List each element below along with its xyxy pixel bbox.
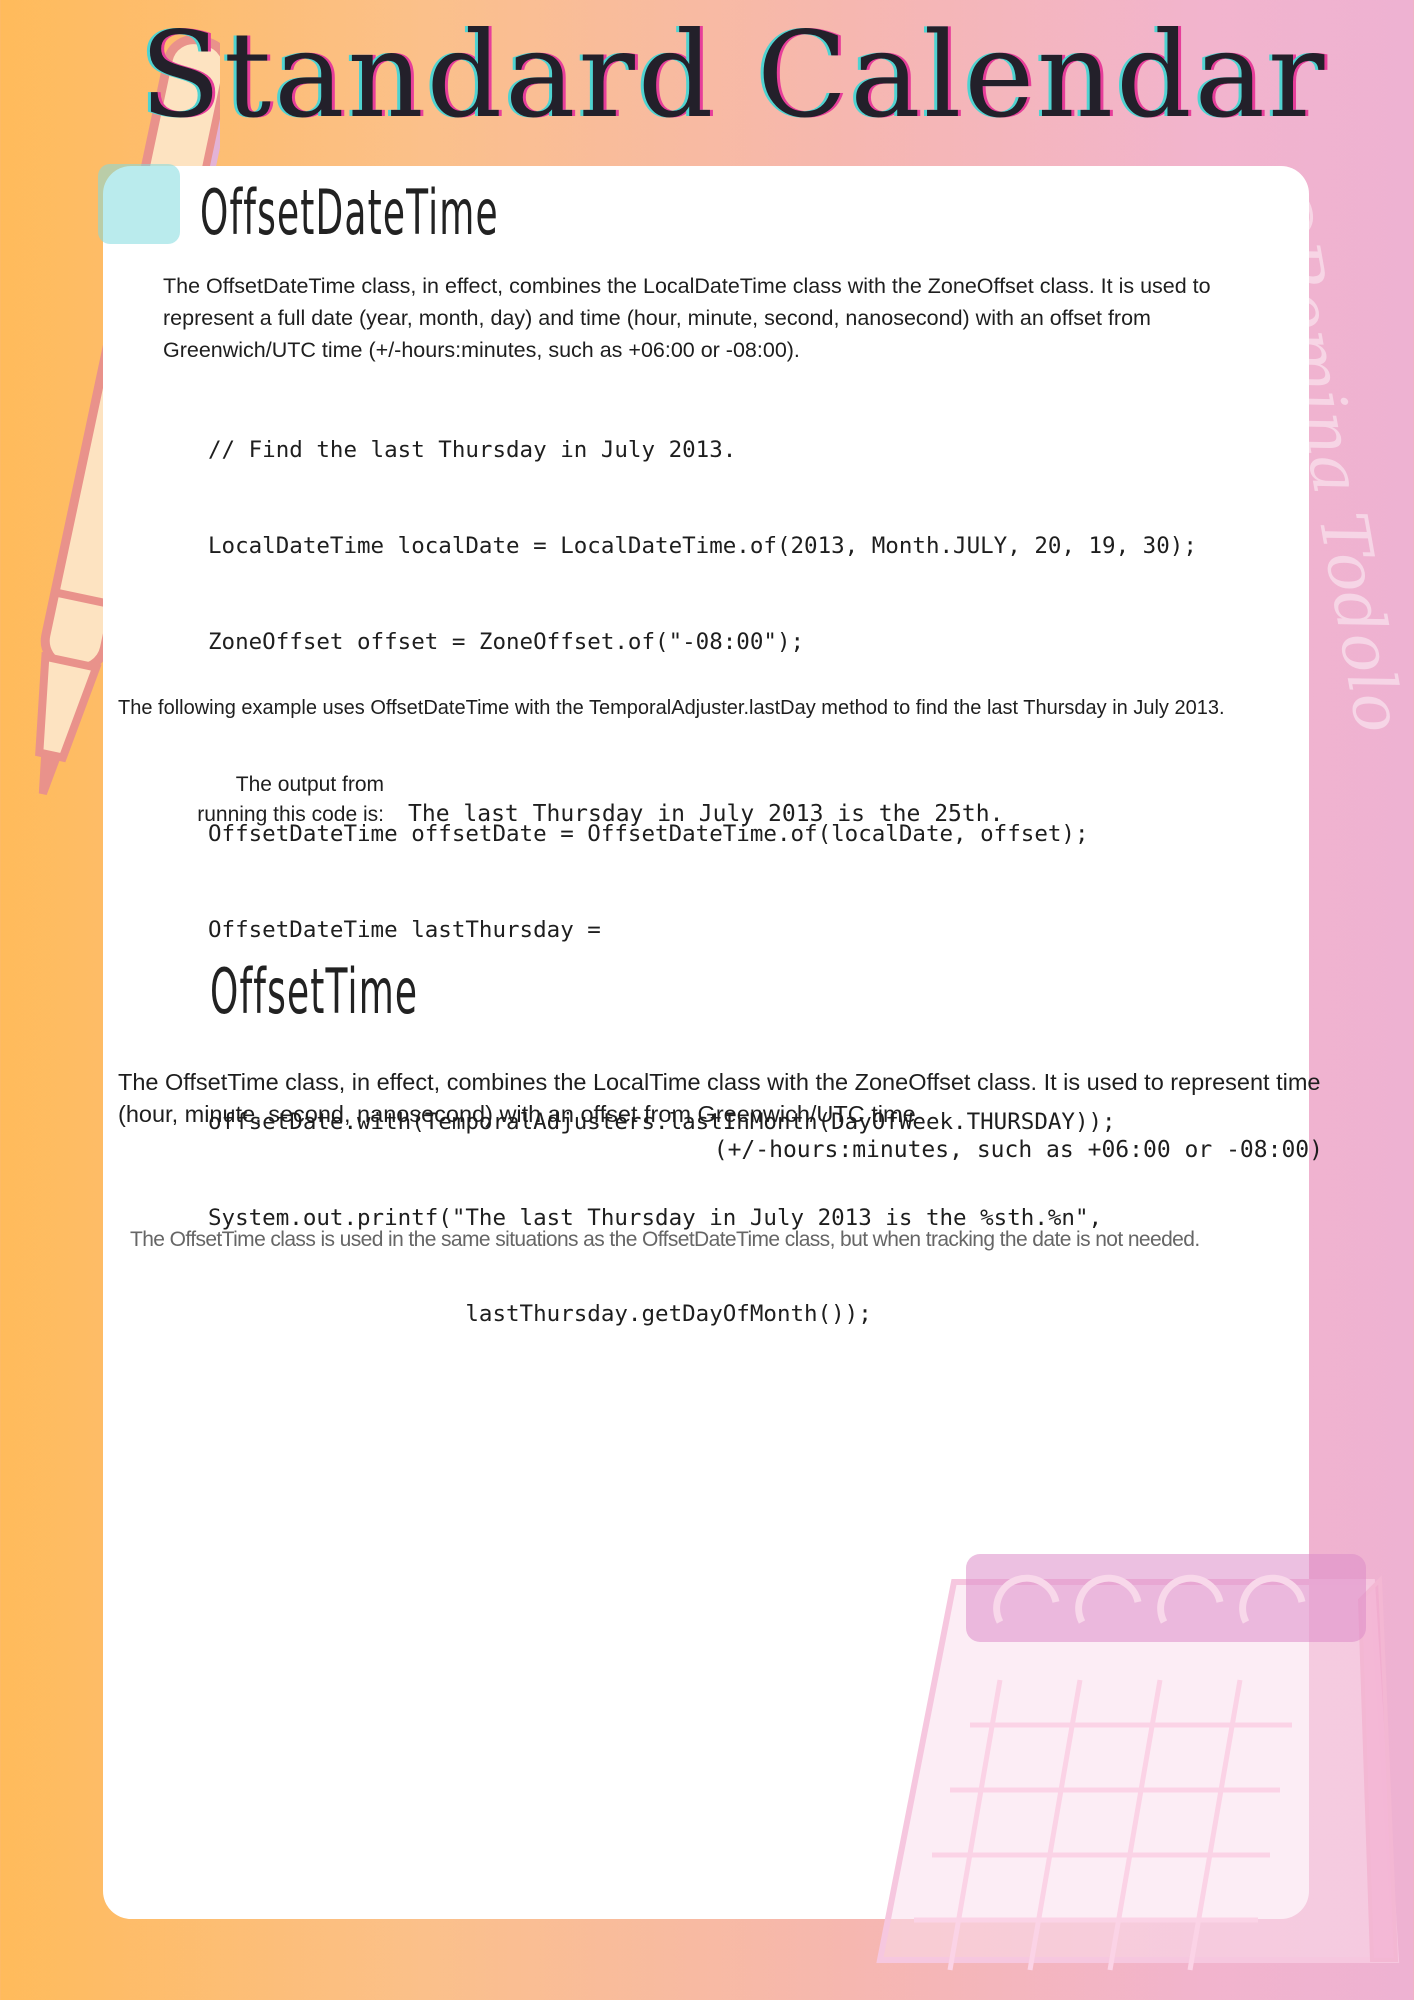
page-title: Standard Calendar: [140, 6, 1328, 144]
page: Standard Calendar @Romina Todolo OffsetD…: [0, 0, 1414, 2000]
output-label: The output from running this code is:: [197, 773, 384, 826]
offsettime-intro: The OffsetTime class, in effect, combine…: [118, 1069, 1321, 1127]
example-note: The following example uses OffsetDateTim…: [118, 697, 1225, 719]
offsettime-note: The OffsetTime class is used in the same…: [130, 1228, 1200, 1251]
section-heading-offsettime: OffsetTime: [210, 955, 419, 1028]
offsettime-intro-mono: (+/-hours:minutes, such as +06:00 or -08…: [713, 1137, 1323, 1163]
calendar-icon: [876, 1554, 1400, 1971]
output-value: The last Thursday in July 2013 is the 25…: [408, 801, 1004, 827]
code-line: LocalDateTime localDate = LocalDateTime.…: [208, 533, 1197, 559]
code-line: OffsetDateTime lastThursday =: [208, 917, 601, 943]
pen-cap-highlight: [98, 164, 180, 244]
code-line: ZoneOffset offset = ZoneOffset.of("-08:0…: [208, 629, 805, 655]
section-heading-offsetdatetime: OffsetDateTime: [200, 176, 499, 249]
code-line: lastThursday.getDayOfMonth());: [208, 1301, 872, 1327]
offsetdatetime-intro: The OffsetDateTime class, in effect, com…: [163, 274, 1211, 362]
code-line: // Find the last Thursday in July 2013.: [208, 437, 737, 463]
